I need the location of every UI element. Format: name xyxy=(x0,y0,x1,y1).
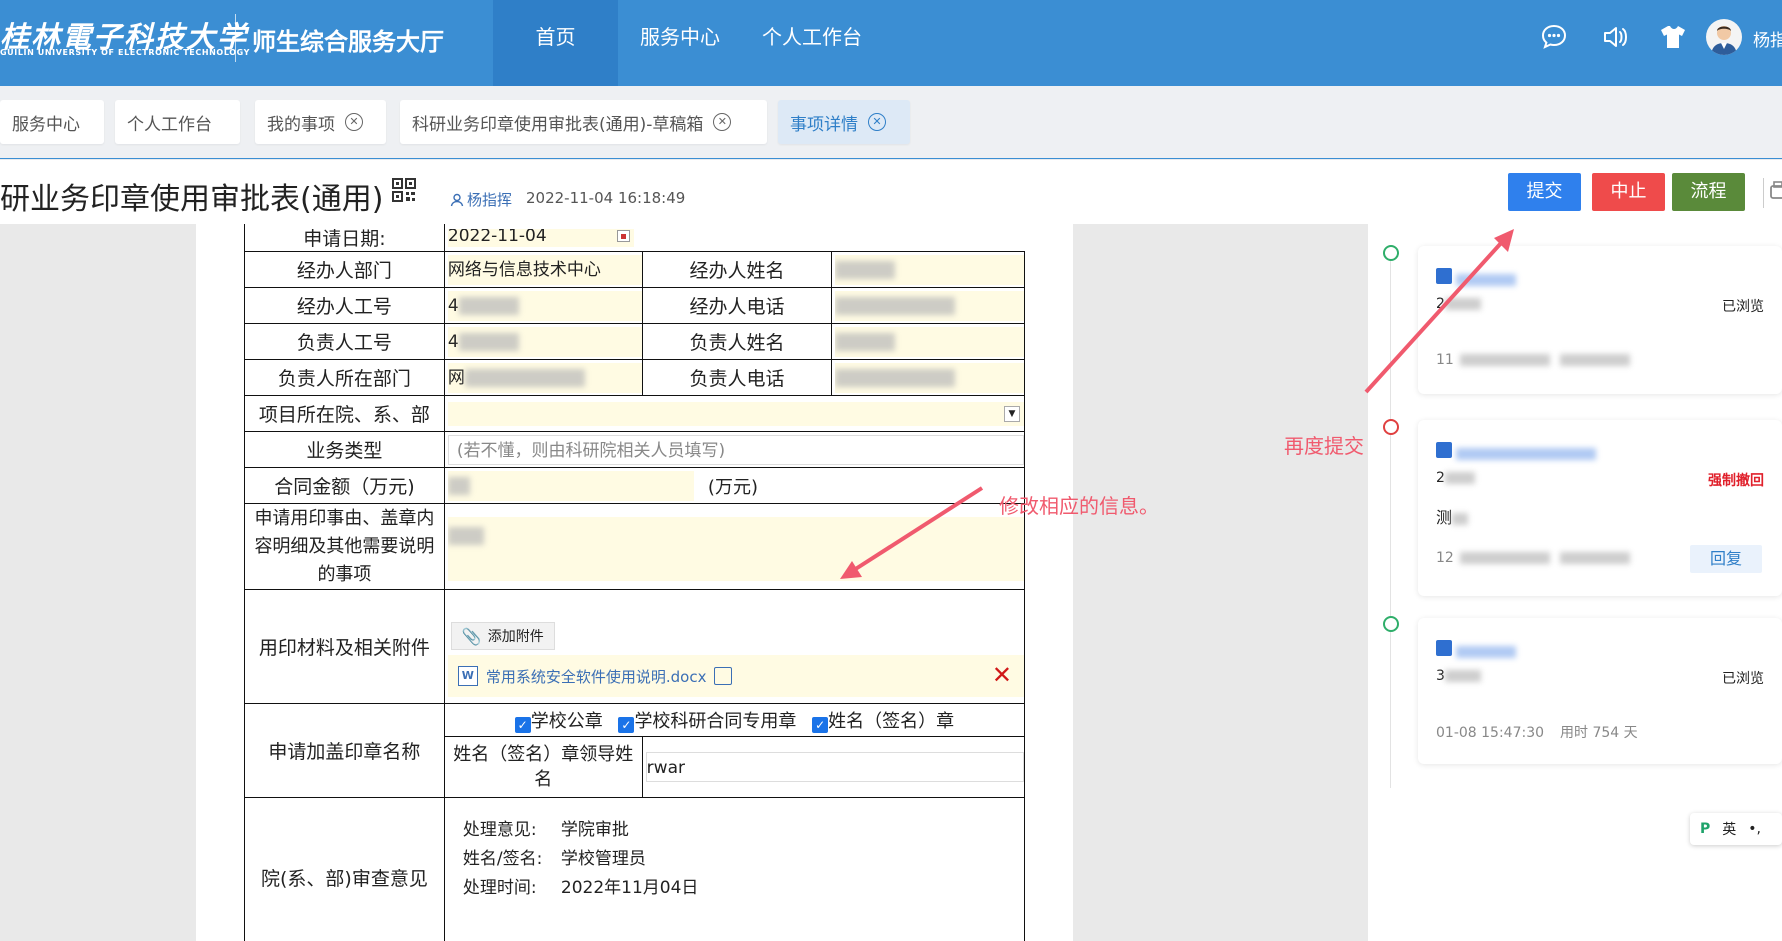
annotation-resubmit: 再度提交 xyxy=(1284,434,1364,458)
ime-toolbar[interactable]: P 英 •, xyxy=(1690,813,1782,845)
annotation-arrows xyxy=(840,229,1514,579)
arrow-to-reason xyxy=(840,486,984,579)
ime-punctuation-icon[interactable]: •, xyxy=(1748,821,1761,837)
ime-mode[interactable]: 英 xyxy=(1722,819,1736,839)
ime-logo-icon: P xyxy=(1700,821,1711,837)
arrow-to-submit xyxy=(1364,229,1514,394)
annotation-modify: 修改相应的信息。 xyxy=(999,494,1159,518)
